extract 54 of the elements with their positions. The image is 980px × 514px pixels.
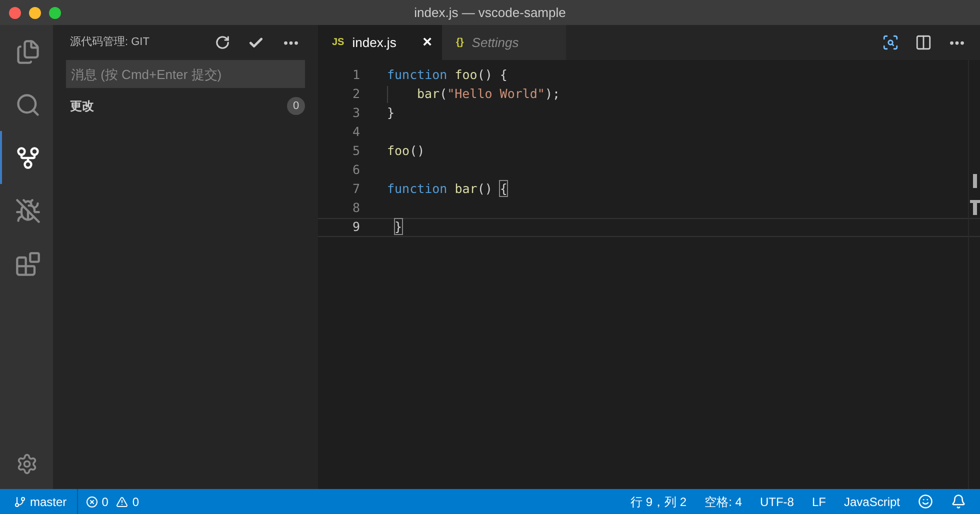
- line-number: 1: [351, 66, 360, 84]
- status-item[interactable]: UTF-8: [760, 492, 794, 510]
- status-item[interactable]: 空格: 4: [704, 492, 742, 510]
- changes-count: 0: [287, 97, 305, 115]
- search-icon: [14, 92, 40, 118]
- bug-icon: [14, 198, 40, 224]
- close-window-button[interactable]: [9, 6, 21, 18]
- commit-message-field[interactable]: 消息 (按 Cmd+Enter 提交): [66, 60, 305, 88]
- error-icon: [86, 496, 98, 508]
- tab-close-button[interactable]: ×: [422, 34, 432, 50]
- blocks-icon: [14, 250, 40, 276]
- line-number: 6: [351, 161, 360, 180]
- warning-icon: [116, 496, 128, 508]
- line-number: 8: [351, 199, 360, 218]
- branch-name: master: [30, 494, 67, 510]
- changes-label[interactable]: 更改: [70, 97, 94, 115]
- open-changes-icon[interactable]: [882, 34, 899, 51]
- warning-count: 0: [132, 494, 140, 510]
- code-line: bar("Hello World");: [417, 85, 560, 104]
- smiley-icon[interactable]: [918, 494, 933, 509]
- file-type-label: {}: [456, 36, 464, 50]
- sidebar-title: 源代码管理: GIT: [70, 35, 150, 50]
- editor-tab[interactable]: {} Settings: [442, 25, 566, 60]
- branch-icon: [14, 496, 26, 508]
- error-count: 0: [102, 494, 108, 510]
- editor-tab[interactable]: JS index.js ×: [318, 25, 442, 60]
- files-icon: [14, 38, 40, 64]
- status-item[interactable]: LF: [812, 492, 826, 510]
- status-item[interactable]: 行 9，列 2: [630, 492, 687, 510]
- code-line: function foo() {: [387, 66, 508, 84]
- refresh-icon[interactable]: [215, 35, 230, 50]
- split-editor-icon[interactable]: [915, 34, 932, 51]
- file-type-label: JS: [332, 36, 344, 50]
- branch-indicator[interactable]: master: [0, 489, 78, 514]
- tab-label: index.js: [352, 34, 398, 52]
- problems-indicator[interactable]: 0 0: [78, 489, 140, 514]
- window-title: index.js — vscode-sample: [414, 4, 566, 22]
- fork-icon: [14, 144, 40, 170]
- line-number: 4: [351, 123, 360, 142]
- status-item[interactable]: JavaScript: [844, 492, 900, 510]
- line-number: 3: [351, 104, 360, 122]
- code-line: }: [387, 104, 395, 122]
- maximize-window-button[interactable]: [49, 6, 61, 18]
- code-line: function bar() {: [387, 180, 508, 198]
- line-number: 9: [351, 218, 360, 236]
- minimize-window-button[interactable]: [29, 6, 41, 18]
- bell-icon[interactable]: [951, 494, 966, 509]
- line-number: 5: [351, 142, 360, 160]
- code-line: }: [394, 218, 402, 236]
- line-number: 2: [351, 85, 360, 104]
- code-line: foo(): [387, 142, 425, 160]
- tab-label: Settings: [472, 34, 520, 52]
- line-number: 7: [351, 180, 360, 198]
- settings-icon[interactable]: [16, 453, 38, 475]
